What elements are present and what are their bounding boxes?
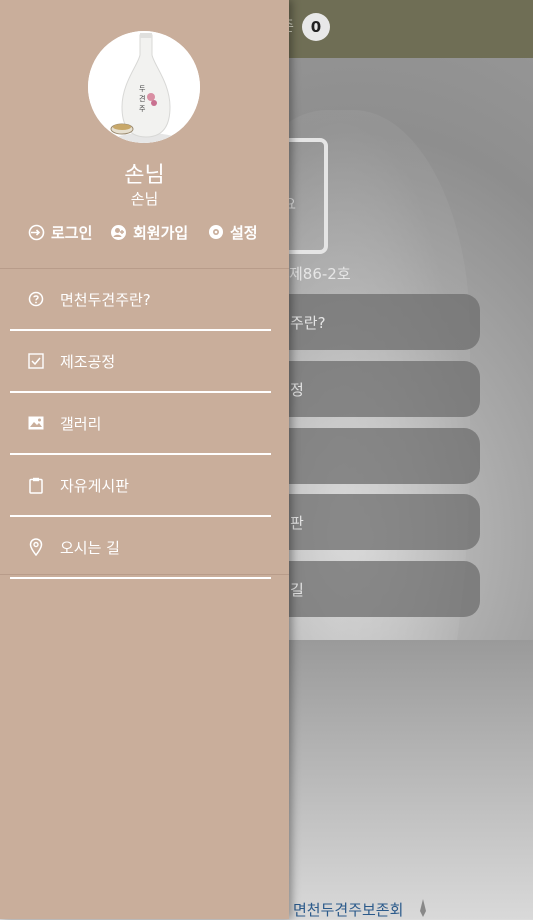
- user-add-icon: [111, 224, 126, 240]
- navigation-drawer: 두 견 주 손님 손님 로그인 회원가입 설정 면천두견주란? 제조공정 갤러리…: [0, 0, 289, 919]
- menu-item-label: 갤러리: [60, 414, 102, 433]
- menu-item-label: 제조공정: [60, 352, 116, 371]
- svg-text:견: 견: [139, 94, 145, 103]
- account-actions: 로그인 회원가입 설정: [0, 220, 289, 244]
- image-icon: [28, 416, 44, 430]
- menu-item-label: 면천두견주란?: [60, 290, 151, 309]
- menu-item-board[interactable]: 자유게시판: [10, 455, 271, 517]
- user-name: 손님: [124, 163, 165, 188]
- menu-item-gallery[interactable]: 갤러리: [10, 393, 271, 455]
- divider: [0, 574, 289, 575]
- checkbox-icon: [28, 353, 44, 369]
- settings-label: 설정: [230, 223, 258, 242]
- drawer-menu: 면천두견주란? 제조공정 갤러리 자유게시판 오시는 길: [10, 269, 271, 579]
- login-button[interactable]: 로그인: [28, 220, 92, 244]
- login-label: 로그인: [51, 223, 93, 242]
- user-role: 손님: [130, 190, 159, 208]
- menu-item-label: 오시는 길: [60, 538, 120, 557]
- avatar[interactable]: 두 견 주: [88, 31, 200, 143]
- clipboard-icon: [29, 477, 43, 494]
- login-icon: [28, 224, 45, 240]
- menu-item-process[interactable]: 제조공정: [10, 331, 271, 393]
- map-pin-icon: [29, 538, 43, 556]
- menu-item-label: 자유게시판: [60, 476, 130, 495]
- footer-org-name[interactable]: 면천두견주보존회: [293, 899, 403, 920]
- svg-text:두: 두: [139, 85, 146, 93]
- question-circle-icon: [28, 291, 44, 307]
- liquor-bottle-icon: 두 견 주: [88, 31, 200, 143]
- registration-number: 제86-2호: [289, 265, 351, 283]
- signup-label: 회원가입: [133, 223, 189, 242]
- settings-button[interactable]: 설정: [208, 220, 258, 244]
- pen-icon: [420, 899, 426, 917]
- svg-text:주: 주: [139, 105, 146, 113]
- menu-item-about[interactable]: 면천두견주란?: [10, 269, 271, 331]
- signup-button[interactable]: 회원가입: [110, 220, 188, 244]
- gear-icon: [209, 225, 223, 239]
- menu-item-directions[interactable]: 오시는 길: [10, 517, 271, 579]
- cart-count-badge[interactable]: 0: [302, 13, 330, 41]
